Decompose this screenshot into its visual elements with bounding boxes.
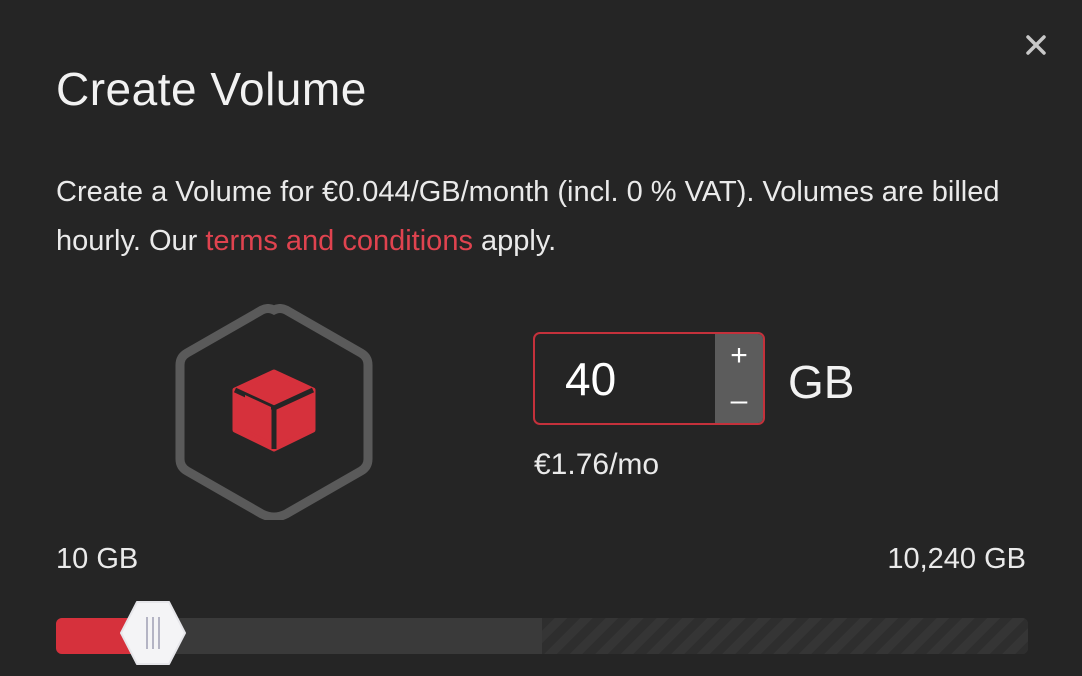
increment-button[interactable]: +: [715, 334, 763, 379]
volume-size-slider[interactable]: [56, 618, 1028, 654]
create-volume-dialog: Create Volume Create a Volume for €0.044…: [0, 0, 1082, 676]
close-button[interactable]: [1021, 30, 1051, 60]
terms-link[interactable]: terms and conditions: [205, 225, 473, 257]
monthly-price: €1.76/mo: [534, 448, 660, 481]
hexagon-icon: [175, 304, 373, 522]
decrement-button[interactable]: –: [715, 379, 763, 424]
slider-thumb[interactable]: [119, 600, 187, 666]
dialog-title: Create Volume: [56, 63, 367, 115]
slider-unavailable-range: [542, 618, 1028, 654]
cube-icon: [232, 369, 316, 452]
stepper-buttons: + –: [715, 334, 763, 423]
volume-size-stepper[interactable]: + –: [533, 332, 765, 425]
slider-min-label: 10 GB: [56, 543, 139, 575]
volume-graphic: [172, 304, 376, 522]
slider-handle-icon[interactable]: [119, 600, 187, 666]
dialog-description: Create a Volume for €0.044/GB/month (inc…: [56, 168, 1016, 266]
close-icon[interactable]: [1025, 34, 1047, 56]
description-text-end: apply.: [472, 225, 557, 257]
size-unit-label: GB: [788, 356, 855, 408]
slider-max-label: 10,240 GB: [887, 543, 1026, 575]
volume-size-input[interactable]: [535, 334, 715, 423]
